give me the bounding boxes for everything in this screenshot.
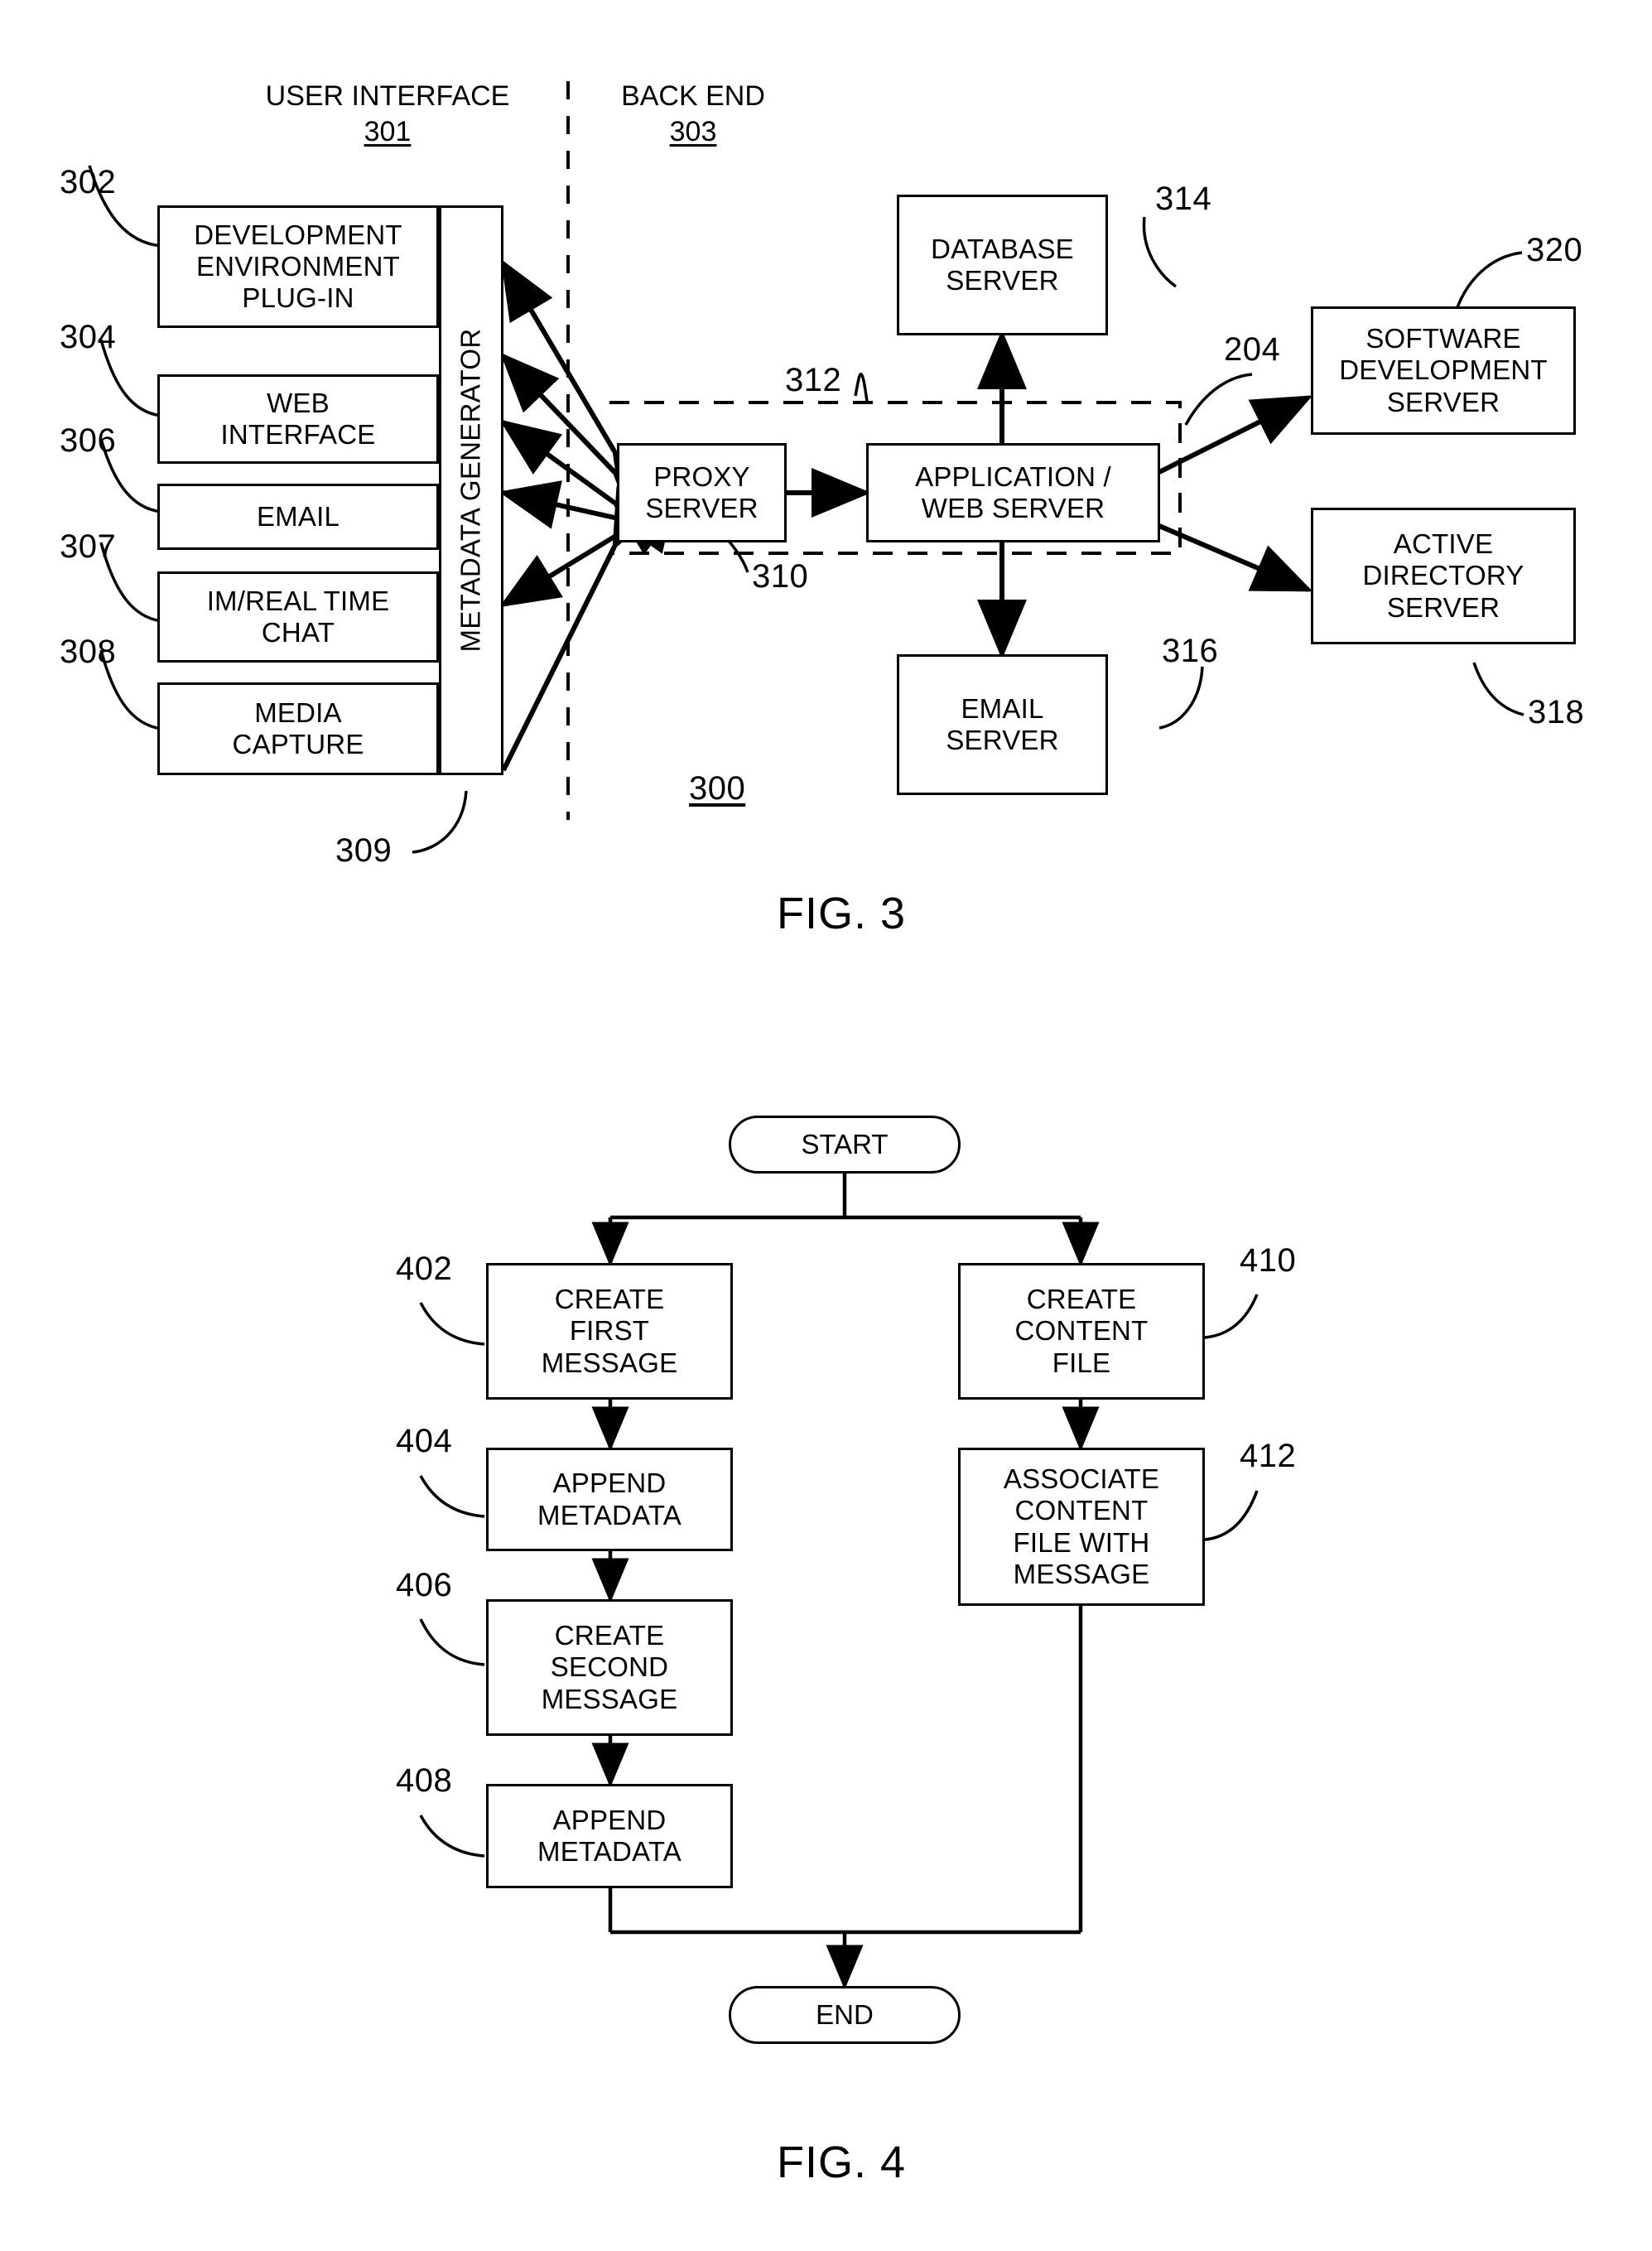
ui-box-label: MEDIA CAPTURE [232, 697, 364, 759]
figure-4-caption: FIG. 4 [777, 2138, 907, 2187]
ref-314: 314 [1155, 181, 1212, 217]
section-title-user-interface: USER INTERFACE [265, 80, 510, 112]
ref-204: 204 [1224, 331, 1281, 368]
section-ref-301: 301 [364, 115, 412, 147]
ui-box-label: WEB INTERFACE [220, 387, 376, 450]
ref-320: 320 [1526, 232, 1583, 268]
backend-box-active-directory-server[interactable]: ACTIVE DIRECTORY SERVER [1311, 508, 1576, 644]
figure-3-caption: FIG. 3 [777, 889, 907, 938]
ui-box-im-real-time-chat[interactable]: IM/REAL TIME CHAT [157, 571, 439, 663]
flow-box-label: CREATE SECOND MESSAGE [541, 1620, 678, 1714]
ref-408: 408 [396, 1762, 453, 1799]
flow-box-label: APPEND METADATA [537, 1804, 682, 1867]
backend-box-label: PROXY SERVER [645, 460, 759, 523]
flow-terminator-start[interactable]: START [729, 1116, 961, 1174]
ref-404: 404 [396, 1423, 453, 1459]
ui-box-media-capture[interactable]: MEDIA CAPTURE [157, 682, 439, 775]
backend-box-application-web-server[interactable]: APPLICATION / WEB SERVER [866, 443, 1160, 542]
flow-box-label: CREATE CONTENT FILE [1014, 1284, 1149, 1378]
flow-box-associate-content-file-with-message[interactable]: ASSOCIATE CONTENT FILE WITH MESSAGE [958, 1448, 1205, 1606]
flow-box-label: ASSOCIATE CONTENT FILE WITH MESSAGE [1003, 1463, 1160, 1589]
backend-box-label: SOFTWARE DEVELOPMENT SERVER [1339, 323, 1548, 417]
ref-300-system: 300 [689, 770, 746, 807]
backend-box-proxy-server[interactable]: PROXY SERVER [617, 443, 787, 542]
ui-box-label: DEVELOPMENT ENVIRONMENT PLUG-IN [194, 219, 402, 314]
ui-box-label: IM/REAL TIME CHAT [206, 585, 390, 648]
section-header-back-end: BACK END 303 [598, 79, 788, 149]
ref-312: 312 [785, 362, 842, 398]
ref-307: 307 [60, 528, 117, 565]
flow-box-create-second-message[interactable]: CREATE SECOND MESSAGE [486, 1599, 733, 1736]
backend-box-label: DATABASE SERVER [931, 233, 1074, 296]
flow-box-label: APPEND METADATA [537, 1468, 682, 1530]
ui-box-email[interactable]: EMAIL [157, 484, 439, 550]
flow-box-create-content-file[interactable]: CREATE CONTENT FILE [958, 1263, 1205, 1400]
flow-terminator-label: END [816, 1999, 874, 2030]
flow-box-create-first-message[interactable]: CREATE FIRST MESSAGE [486, 1263, 733, 1400]
section-header-user-interface: USER INTERFACE 301 [247, 79, 528, 149]
metadata-generator-label: METADATA GENERATOR [455, 328, 486, 653]
backend-box-label: APPLICATION / WEB SERVER [915, 460, 1111, 523]
section-ref-303: 303 [669, 115, 717, 147]
ui-box-web-interface[interactable]: WEB INTERFACE [157, 374, 439, 464]
flow-terminator-end[interactable]: END [729, 1986, 961, 2044]
ref-308: 308 [60, 634, 117, 670]
ref-410: 410 [1240, 1242, 1297, 1279]
ref-309: 309 [335, 832, 393, 869]
metadata-proxy-arrows [498, 258, 674, 772]
ref-316: 316 [1162, 633, 1219, 669]
backend-box-label: EMAIL SERVER [946, 692, 1059, 755]
backend-box-database-server[interactable]: DATABASE SERVER [897, 195, 1108, 335]
patent-drawing-sheet: USER INTERFACE 301 BACK END 303 DEVELOPM… [0, 0, 1652, 2251]
ref-304: 304 [60, 319, 117, 355]
metadata-generator-box[interactable]: METADATA GENERATOR [439, 205, 503, 775]
flow-box-append-metadata-1[interactable]: APPEND METADATA [486, 1448, 733, 1551]
ref-402: 402 [396, 1251, 453, 1287]
ref-306: 306 [60, 422, 117, 459]
flow-box-append-metadata-2[interactable]: APPEND METADATA [486, 1784, 733, 1888]
flow-terminator-label: START [801, 1129, 889, 1159]
ui-box-development-environment-plugin[interactable]: DEVELOPMENT ENVIRONMENT PLUG-IN [157, 205, 439, 328]
backend-box-label: ACTIVE DIRECTORY SERVER [1362, 528, 1524, 623]
ui-box-label: EMAIL [256, 500, 340, 532]
section-title-back-end: BACK END [621, 80, 765, 112]
backend-box-software-development-server[interactable]: SOFTWARE DEVELOPMENT SERVER [1311, 306, 1576, 435]
flow-box-label: CREATE FIRST MESSAGE [541, 1284, 678, 1378]
ref-318: 318 [1528, 694, 1585, 730]
ref-406: 406 [396, 1567, 453, 1603]
ref-302: 302 [60, 164, 117, 200]
backend-box-email-server[interactable]: EMAIL SERVER [897, 654, 1108, 795]
ref-412: 412 [1240, 1438, 1297, 1474]
ref-310: 310 [752, 558, 809, 595]
